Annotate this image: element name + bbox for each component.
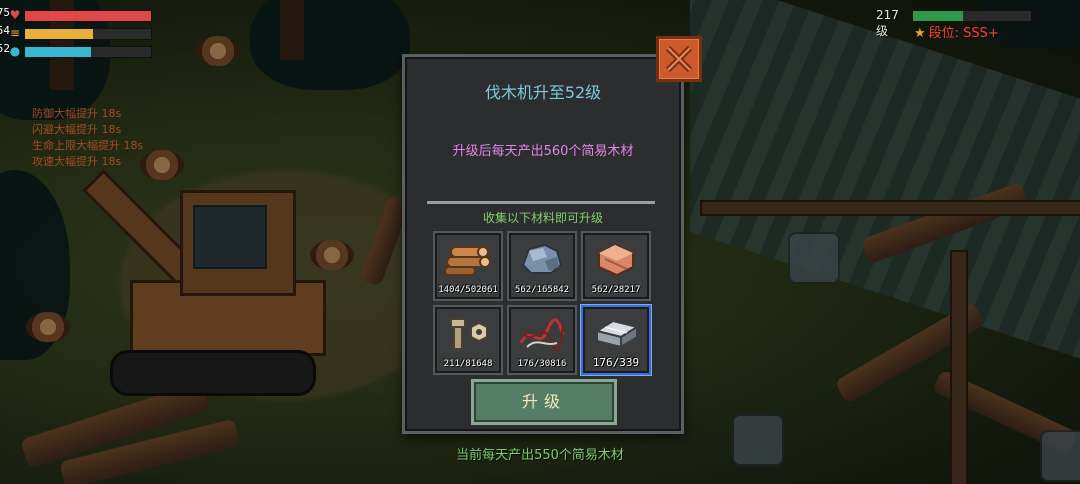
- water-track: [24, 46, 152, 58]
- level-track: [912, 10, 1032, 22]
- materials-subtitle: 收集以下材料即可升级: [482, 211, 603, 225]
- material-count: 562/165842: [514, 285, 570, 295]
- logs-icon: [444, 246, 491, 276]
- action-icon[interactable]: [1040, 430, 1080, 482]
- level-label: 217级: [876, 8, 899, 38]
- ingot-icon: [594, 319, 640, 349]
- craft-icon[interactable]: [732, 414, 784, 466]
- material-slot-stone[interactable]: 562/165842: [507, 231, 577, 301]
- material-slot-metal-ingot[interactable]: 176/339: [581, 305, 651, 375]
- level-fill: [913, 11, 963, 21]
- water-drop-icon: ●: [9, 44, 21, 58]
- close-button[interactable]: [656, 36, 702, 82]
- health-fill: [25, 11, 151, 21]
- close-icon: [665, 45, 693, 73]
- heart-icon: ♥: [9, 8, 21, 22]
- material-slot-nuts-bolts[interactable]: 211/81648: [433, 305, 503, 375]
- current-output: 当前每天产出550个简易木材: [456, 448, 624, 463]
- upgrade-description: 升级后每天产出560个简易木材: [452, 144, 634, 159]
- upgrade-button[interactable]: 升级: [471, 379, 617, 425]
- star-icon: ★: [914, 26, 926, 41]
- buff-item: 攻速大幅提升 18s: [32, 155, 122, 168]
- material-count: 176/339: [592, 356, 640, 369]
- hunger-track: [24, 28, 152, 40]
- copper-icon: [598, 243, 634, 277]
- health-track: [24, 10, 152, 22]
- material-slot-wood-logs[interactable]: 1404/502061: [433, 231, 503, 301]
- food-icon: ≡: [9, 26, 21, 40]
- material-slot-copper-ore[interactable]: 562/28217: [581, 231, 651, 301]
- chat-bubble-icon[interactable]: [788, 232, 840, 284]
- buff-item: 闪避大幅提升 18s: [32, 123, 122, 136]
- hunger-fill: [25, 29, 94, 39]
- material-count: 562/28217: [591, 285, 641, 295]
- health-value: 4304675: [0, 6, 10, 19]
- material-count: 211/81648: [443, 359, 493, 369]
- hunger-value: 54: [0, 24, 10, 37]
- dialog-title: 伐木机升至52级: [484, 83, 602, 102]
- upgrade-dialog: 伐木机升至52级 升级后每天产出560个简易木材 收集以下材料即可升级 1404…: [402, 54, 684, 434]
- rank-label: 段位: SSS+: [928, 26, 999, 41]
- material-count: 1404/502061: [438, 285, 498, 295]
- rank-badge: ★ 段位: SSS+: [914, 22, 999, 41]
- wire-icon: [519, 318, 565, 352]
- stone-icon: [521, 243, 563, 274]
- buff-item: 生命上限大幅提升 18s: [32, 139, 144, 152]
- material-count: 176/30816: [517, 359, 567, 369]
- water-value: 52: [0, 42, 10, 55]
- buff-item: 防御大幅提升 18s: [32, 107, 122, 120]
- material-slot-wires[interactable]: 176/30816: [507, 305, 577, 375]
- bolt-icon: [450, 318, 488, 350]
- buff-list: 防御大幅提升 18s 闪避大幅提升 18s 生命上限大幅提升 18s 攻速大幅提…: [32, 106, 143, 170]
- divider: [427, 201, 655, 204]
- water-fill: [25, 47, 91, 57]
